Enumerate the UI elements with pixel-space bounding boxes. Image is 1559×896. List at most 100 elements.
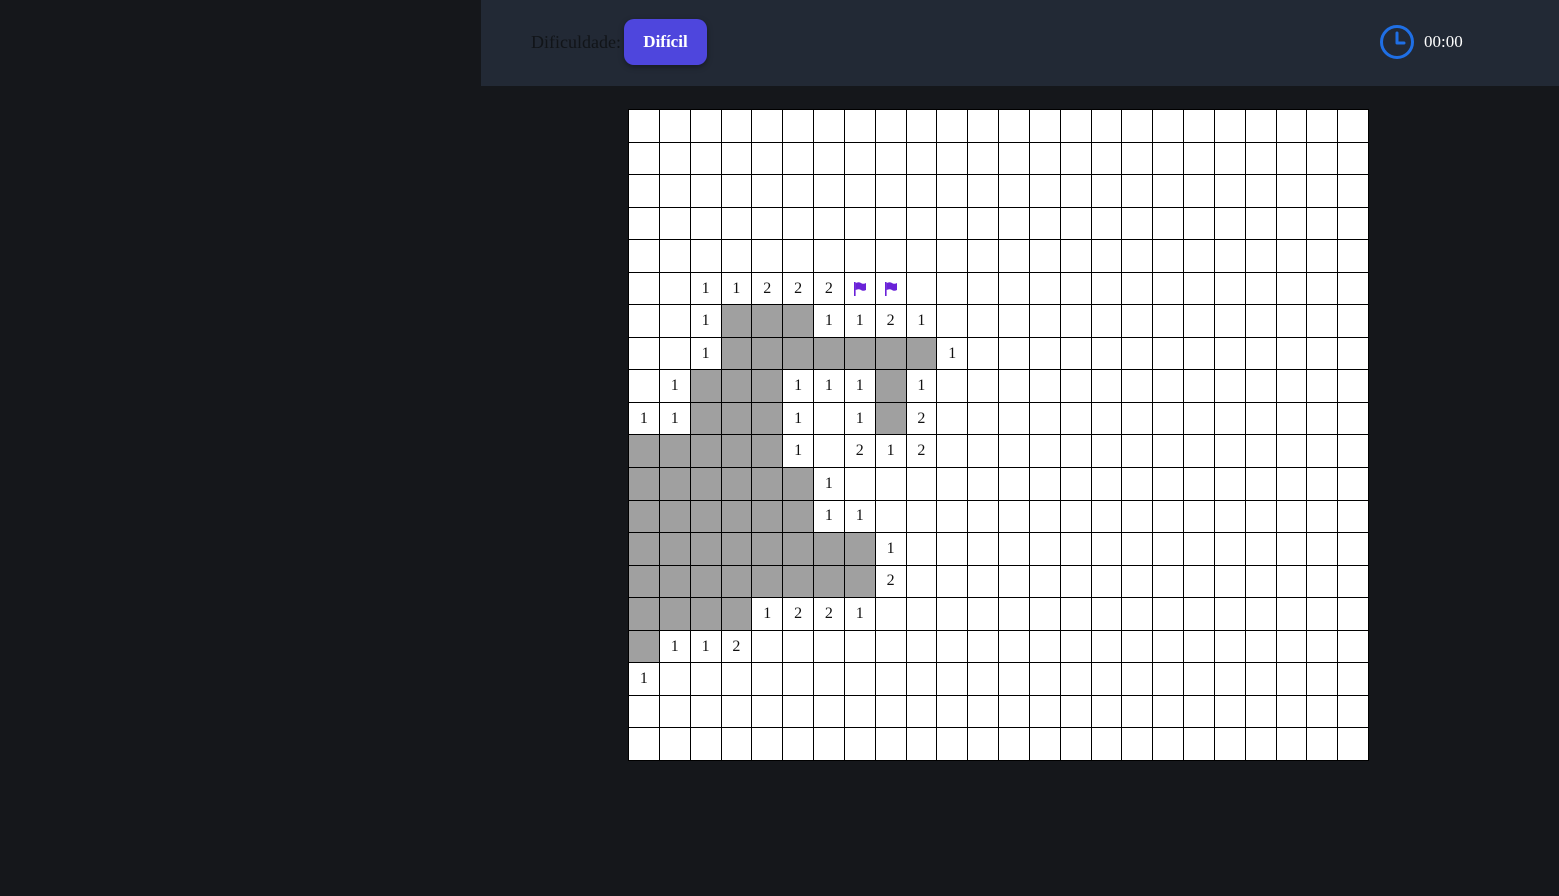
cell-hidden[interactable]: [814, 435, 845, 469]
cell-hidden[interactable]: [690, 142, 722, 176]
cell-hidden[interactable]: [1245, 533, 1277, 566]
difficulty-button[interactable]: Difícil: [624, 19, 707, 65]
cell-hidden[interactable]: [1091, 110, 1123, 143]
cell-hidden[interactable]: [1338, 337, 1369, 371]
cell-hidden[interactable]: [906, 142, 938, 176]
cell-number[interactable]: 1: [783, 402, 814, 436]
cell-hidden[interactable]: [1091, 435, 1123, 469]
cell-revealed[interactable]: [906, 337, 938, 371]
cell-revealed[interactable]: [690, 468, 722, 501]
cell-hidden[interactable]: [937, 305, 969, 338]
cell-hidden[interactable]: [1214, 630, 1246, 664]
cell-hidden[interactable]: [1214, 598, 1246, 631]
cell-hidden[interactable]: [844, 630, 876, 664]
cell-hidden[interactable]: [1122, 500, 1154, 534]
cell-hidden[interactable]: [937, 207, 969, 241]
cell-hidden[interactable]: [1091, 500, 1123, 534]
cell-hidden[interactable]: [844, 110, 876, 143]
cell-hidden[interactable]: [1276, 565, 1308, 599]
cell-hidden[interactable]: [1307, 207, 1339, 241]
cell-hidden[interactable]: [1338, 305, 1369, 338]
cell-revealed[interactable]: [690, 435, 722, 469]
cell-hidden[interactable]: [999, 533, 1030, 566]
cell-hidden[interactable]: [906, 630, 938, 664]
cell-hidden[interactable]: [1060, 370, 1092, 403]
cell-hidden[interactable]: [875, 630, 907, 664]
cell-number[interactable]: 1: [783, 370, 814, 403]
cell-number[interactable]: 2: [844, 435, 876, 469]
cell-hidden[interactable]: [1060, 402, 1092, 436]
cell-hidden[interactable]: [1091, 598, 1123, 631]
cell-hidden[interactable]: [1307, 370, 1339, 403]
cell-hidden[interactable]: [1214, 402, 1246, 436]
cell-hidden[interactable]: [629, 142, 660, 176]
cell-hidden[interactable]: [999, 435, 1030, 469]
cell-revealed[interactable]: [690, 370, 722, 403]
cell-hidden[interactable]: [1029, 663, 1061, 696]
cell-hidden[interactable]: [906, 468, 938, 501]
cell-hidden[interactable]: [1245, 402, 1277, 436]
cell-hidden[interactable]: [1245, 695, 1277, 729]
cell-hidden[interactable]: [1153, 207, 1184, 241]
cell-hidden[interactable]: [1122, 402, 1154, 436]
cell-hidden[interactable]: [1153, 695, 1184, 729]
cell-number[interactable]: 2: [783, 598, 814, 631]
cell-flagged[interactable]: [844, 272, 876, 306]
cell-hidden[interactable]: [783, 110, 814, 143]
cell-hidden[interactable]: [1214, 337, 1246, 371]
cell-hidden[interactable]: [1029, 337, 1061, 371]
cell-hidden[interactable]: [690, 110, 722, 143]
cell-hidden[interactable]: [1307, 272, 1339, 306]
cell-hidden[interactable]: [968, 435, 999, 469]
cell-hidden[interactable]: [690, 728, 722, 761]
cell-revealed[interactable]: [844, 565, 876, 599]
cell-hidden[interactable]: [844, 142, 876, 176]
cell-hidden[interactable]: [690, 175, 722, 208]
cell-hidden[interactable]: [1122, 207, 1154, 241]
cell-number[interactable]: 1: [844, 305, 876, 338]
cell-hidden[interactable]: [1153, 272, 1184, 306]
cell-hidden[interactable]: [1276, 630, 1308, 664]
cell-hidden[interactable]: [783, 240, 814, 273]
cell-hidden[interactable]: [1307, 402, 1339, 436]
cell-hidden[interactable]: [875, 728, 907, 761]
cell-number[interactable]: 1: [814, 500, 845, 534]
cell-hidden[interactable]: [1029, 142, 1061, 176]
cell-hidden[interactable]: [999, 272, 1030, 306]
cell-hidden[interactable]: [1338, 142, 1369, 176]
cell-hidden[interactable]: [937, 435, 969, 469]
cell-hidden[interactable]: [906, 110, 938, 143]
cell-number[interactable]: 1: [844, 500, 876, 534]
cell-hidden[interactable]: [999, 337, 1030, 371]
cell-revealed[interactable]: [721, 402, 753, 436]
cell-hidden[interactable]: [1276, 207, 1308, 241]
cell-hidden[interactable]: [1276, 110, 1308, 143]
cell-hidden[interactable]: [1122, 142, 1154, 176]
cell-revealed[interactable]: [629, 435, 660, 469]
cell-hidden[interactable]: [1153, 370, 1184, 403]
cell-hidden[interactable]: [783, 207, 814, 241]
cell-hidden[interactable]: [690, 207, 722, 241]
cell-hidden[interactable]: [1184, 435, 1215, 469]
cell-number[interactable]: 1: [844, 402, 876, 436]
cell-revealed[interactable]: [752, 370, 784, 403]
cell-hidden[interactable]: [1153, 468, 1184, 501]
cell-hidden[interactable]: [814, 402, 845, 436]
cell-hidden[interactable]: [968, 468, 999, 501]
cell-hidden[interactable]: [1029, 175, 1061, 208]
cell-hidden[interactable]: [937, 468, 969, 501]
cell-hidden[interactable]: [1060, 663, 1092, 696]
cell-hidden[interactable]: [1245, 630, 1277, 664]
cell-hidden[interactable]: [1307, 435, 1339, 469]
cell-hidden[interactable]: [1184, 630, 1215, 664]
cell-revealed[interactable]: [752, 533, 784, 566]
cell-hidden[interactable]: [1214, 207, 1246, 241]
cell-flagged[interactable]: [875, 272, 907, 306]
cell-hidden[interactable]: [937, 598, 969, 631]
cell-hidden[interactable]: [1338, 728, 1369, 761]
cell-hidden[interactable]: [844, 728, 876, 761]
cell-hidden[interactable]: [999, 370, 1030, 403]
cell-hidden[interactable]: [1214, 435, 1246, 469]
cell-hidden[interactable]: [968, 565, 999, 599]
cell-revealed[interactable]: [721, 468, 753, 501]
